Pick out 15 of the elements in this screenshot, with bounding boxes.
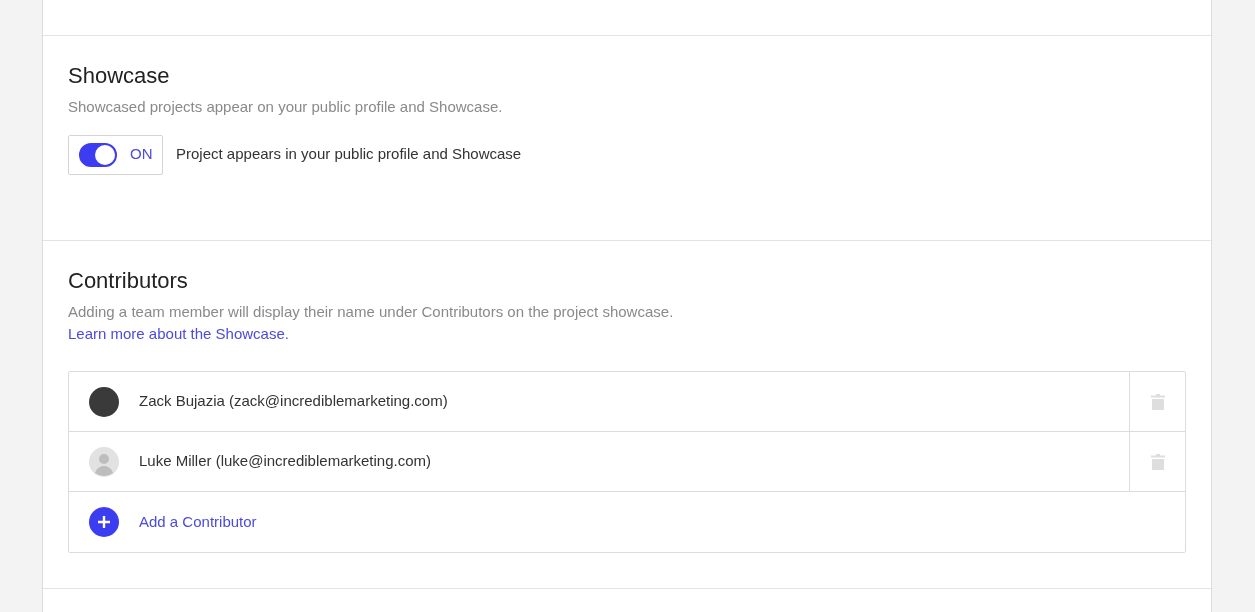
- toggle-switch[interactable]: ON: [68, 134, 163, 175]
- section-description: Adding a team member will display their name under Contributors on the project showcase.: [68, 302, 675, 322]
- contributor-name: Zack Bujazia (zack@incrediblemarketing.com): [139, 391, 448, 412]
- trash-icon: [1150, 453, 1165, 470]
- plus-icon: [89, 507, 119, 537]
- trash-icon: [1150, 393, 1165, 410]
- contributor-name: Luke Miller (luke@incrediblemarketing.com): [139, 451, 431, 472]
- learn-more-link[interactable]: Learn more about the Showcase.: [68, 325, 289, 342]
- section-title: Contributors: [68, 267, 189, 295]
- add-contributor-button[interactable]: Add a Contributor: [89, 507, 257, 537]
- section-title: Showcase: [68, 62, 171, 90]
- avatar-photo-placeholder: [89, 386, 119, 417]
- default-avatar-icon: [89, 446, 119, 477]
- toggle-caption: Project appears in your public profile and Showcase: [176, 144, 522, 165]
- section-description: Showcased projects appear on your public profile and Showcase.: [68, 97, 504, 117]
